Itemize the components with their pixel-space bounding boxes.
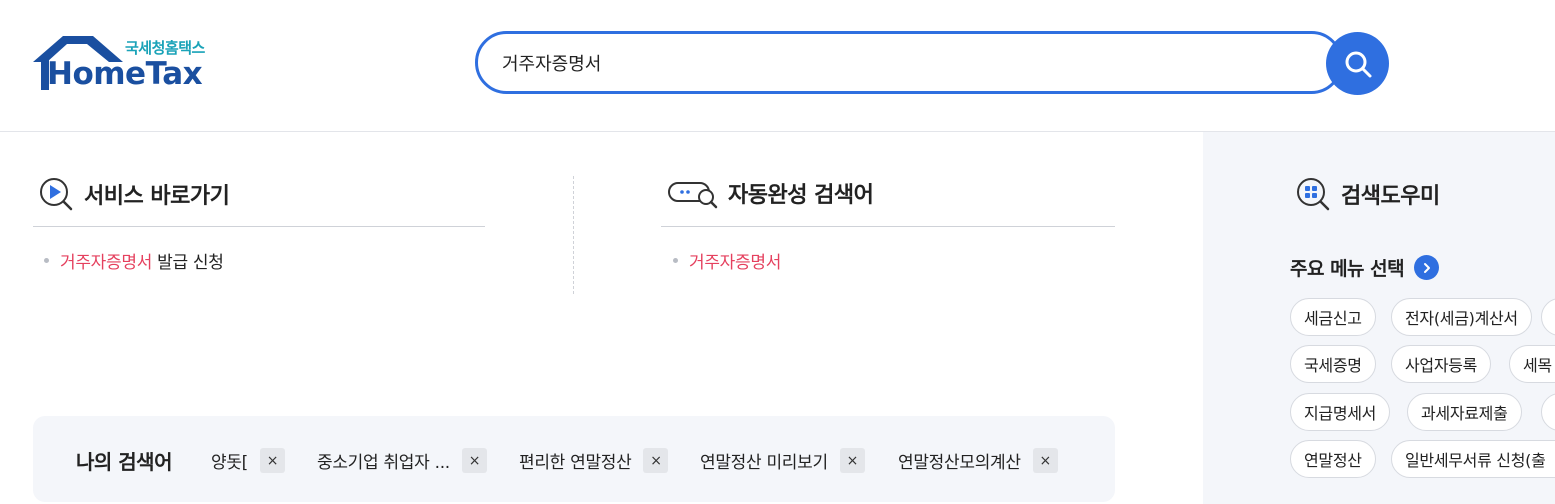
search-button[interactable] [1326,32,1389,95]
menu-pill[interactable]: 전자(세금)계산서 [1391,298,1532,336]
recent-search-chip: 양돗[ × [211,448,286,473]
menu-pill-partial[interactable] [1541,393,1555,431]
close-icon[interactable]: × [643,448,669,473]
search-icon [1345,51,1371,77]
autocomplete-label: 자동완성 검색어 [728,183,874,208]
menu-pill[interactable]: 연말정산 [1290,440,1376,478]
recent-search-text[interactable]: 연말정산 미리보기 [700,448,828,473]
recent-search-chip: 연말정산모의계산 × [898,448,1058,473]
menu-pill[interactable]: 과세자료제출 [1407,393,1522,431]
bullet [673,258,678,263]
hometax-logo[interactable]: 국세청홈택스 HomeTax [33,34,223,94]
menu-pill[interactable]: 세목 [1509,345,1555,383]
service-shortcut-title: 서비스 바로가기 [38,176,230,212]
recent-search-text[interactable]: 중소기업 취업자 ... [317,448,450,473]
menu-pill[interactable]: 국세증명 [1290,345,1376,383]
divider [33,226,485,227]
bullet [44,258,49,263]
recent-search-text[interactable]: 편리한 연말정산 [519,448,632,473]
search-helper-panel: 검색도우미 주요 메뉴 선택 세금신고 전자(세금)계산서 국세증명 사업자등록… [1203,132,1555,504]
logo-korean-text: 국세청홈택스 [125,39,205,57]
main-menu-select-label: 주요 메뉴 선택 [1290,258,1405,280]
chat-search-icon [668,176,718,210]
recent-search-chip: 편리한 연말정산 × [519,448,669,473]
search-input[interactable] [502,48,1282,78]
autocomplete-title: 자동완성 검색어 [668,176,874,210]
recent-search-chip: 중소기업 취업자 ... × [317,448,487,473]
service-shortcut-item[interactable]: 거주자증명서 발급 신청 [44,248,224,273]
close-icon[interactable]: × [839,448,865,473]
close-icon[interactable]: × [260,448,286,473]
menu-pill[interactable]: 일반세무서류 신청(출 [1391,440,1555,478]
service-shortcut-label: 서비스 바로가기 [84,184,230,209]
menu-pill-partial[interactable] [1541,298,1555,336]
item-rest: 발급 신청 [152,253,224,273]
header: 국세청홈택스 HomeTax [0,0,1555,132]
my-searches-panel: 나의 검색어 양돗[ × 중소기업 취업자 ... × 편리한 연말정산 × 연… [33,416,1115,502]
close-icon[interactable]: × [461,448,487,473]
search-helper-title: 검색도우미 [1295,176,1440,212]
item-highlight: 거주자증명서 [60,253,153,273]
divider [661,226,1115,227]
menu-pill[interactable]: 지급명세서 [1290,393,1391,431]
logo-english-text: HomeTax [47,56,203,92]
autocomplete-item[interactable]: 거주자증명서 [673,248,781,273]
item-highlight: 거주자증명서 [689,253,782,273]
grid-search-icon [1295,176,1331,212]
play-search-icon [38,176,74,212]
vertical-divider [573,176,574,294]
my-searches-title: 나의 검색어 [76,450,172,474]
main-menu-select[interactable]: 주요 메뉴 선택 [1290,254,1440,281]
recent-search-chip: 연말정산 미리보기 × [700,448,865,473]
chevron-right-icon [1414,255,1440,280]
recent-search-text[interactable]: 양돗[ [211,448,248,473]
close-icon[interactable]: × [1032,448,1058,473]
search-box [475,31,1343,94]
menu-pill[interactable]: 사업자등록 [1391,345,1492,383]
recent-search-text[interactable]: 연말정산모의계산 [898,448,1021,473]
search-helper-label: 검색도우미 [1341,184,1440,209]
menu-pill[interactable]: 세금신고 [1290,298,1376,336]
